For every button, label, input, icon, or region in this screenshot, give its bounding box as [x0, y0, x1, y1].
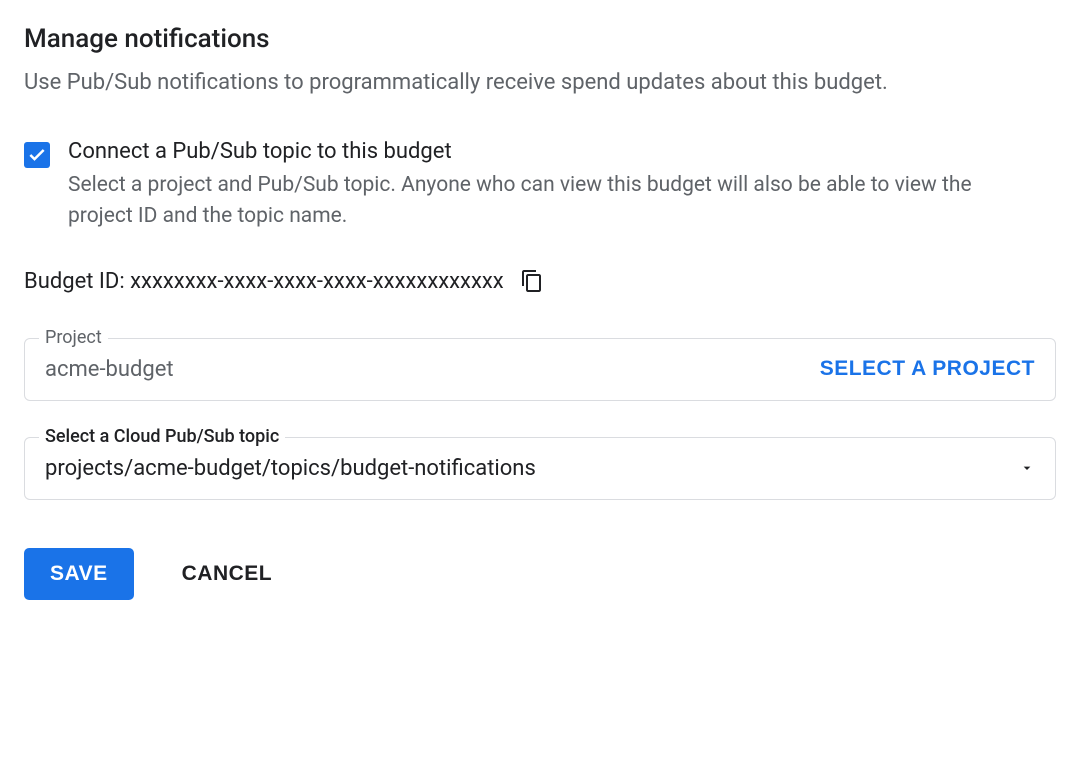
cancel-button[interactable]: CANCEL	[182, 562, 273, 586]
topic-field[interactable]: Select a Cloud Pub/Sub topic projects/ac…	[24, 437, 1056, 500]
page-description: Use Pub/Sub notifications to programmati…	[24, 68, 1056, 99]
topic-field-label: Select a Cloud Pub/Sub topic	[39, 426, 285, 447]
topic-field-value: projects/acme-budget/topics/budget-notif…	[45, 456, 536, 481]
project-field-label: Project	[39, 327, 108, 348]
button-row: SAVE CANCEL	[24, 548, 1056, 600]
checkbox-content: Connect a Pub/Sub topic to this budget S…	[68, 139, 1056, 233]
project-field-value: acme-budget	[45, 357, 174, 382]
budget-id-row: Budget ID: xxxxxxxx-xxxx-xxxx-xxxx-xxxxx…	[24, 269, 1056, 294]
copy-icon[interactable]	[520, 269, 544, 293]
check-icon	[27, 145, 47, 165]
save-button[interactable]: SAVE	[24, 548, 134, 600]
checkbox-label: Connect a Pub/Sub topic to this budget	[68, 139, 1056, 164]
select-project-button[interactable]: SELECT A PROJECT	[820, 357, 1035, 381]
project-field: Project acme-budget SELECT A PROJECT	[24, 338, 1056, 401]
chevron-down-icon	[1019, 460, 1035, 476]
budget-id-label: Budget ID: xxxxxxxx-xxxx-xxxx-xxxx-xxxxx…	[24, 269, 504, 294]
page-title: Manage notifications	[24, 24, 1056, 54]
checkbox-description: Select a project and Pub/Sub topic. Anyo…	[68, 170, 1028, 233]
budget-id-value: xxxxxxxx-xxxx-xxxx-xxxx-xxxxxxxxxxxx	[130, 269, 504, 294]
checkbox-row: Connect a Pub/Sub topic to this budget S…	[24, 139, 1056, 233]
connect-pubsub-checkbox[interactable]	[24, 142, 50, 168]
